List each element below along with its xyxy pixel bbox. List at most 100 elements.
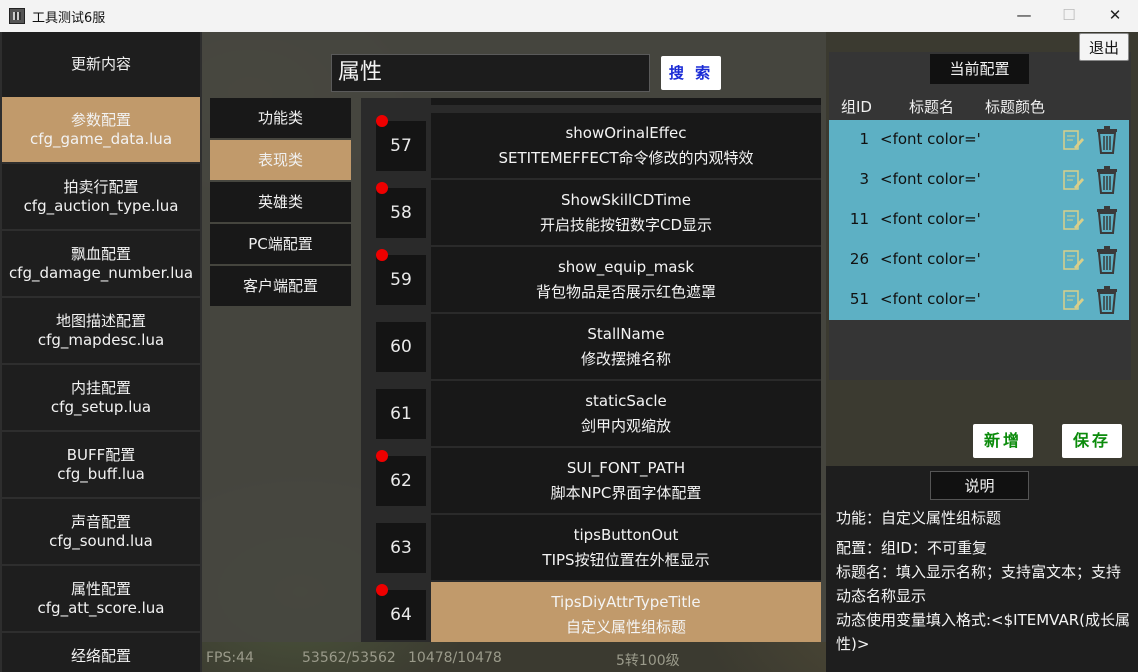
column-header-group-id: 组ID [841,98,872,116]
param-name: staticSacle [585,391,667,410]
save-button[interactable]: 保存 [1062,424,1122,458]
list-item[interactable]: 62 SUI_FONT_PATH 脚本NPC界面字体配置 [361,448,821,513]
menu-item-label: 飘血配置 [70,244,131,263]
group-id: 51 [849,290,869,308]
row-number: 60 [376,322,426,372]
edit-icon[interactable] [1062,129,1084,151]
list-item[interactable]: 61 staticSacle 剑甲内观缩放 [361,381,821,446]
maximize-button[interactable]: ☐ [1046,0,1092,32]
menu-item-label: 地图描述配置 [55,311,146,330]
list-item[interactable]: 60 StallName 修改摆摊名称 [361,314,821,379]
row-number: 59 [376,255,426,305]
marker-dot-icon [376,450,388,462]
tab-display[interactable]: 表现类 [210,140,351,180]
close-button[interactable]: ✕ [1092,0,1138,32]
window-title: 工具测试6服 [32,11,106,26]
param-name: StallName [587,324,665,343]
menu-item-label: BUFF配置 [66,445,136,464]
hp-readout: 53562/53562 [302,650,396,666]
table-row[interactable]: 26 <font color=' [829,240,1129,280]
row-body[interactable]: showOrinalEffec SETITEMEFFECT命令修改的内观特效 [431,113,821,178]
row-body[interactable]: tipsButtonOut TIPS按钮位置在外框显示 [431,515,821,580]
description-line: 标题名：填入显示名称；支持富文本；支持动态名称显示 [836,563,1122,605]
edit-icon[interactable] [1062,249,1084,271]
tab-hero[interactable]: 英雄类 [210,182,351,222]
edit-icon[interactable] [1062,169,1084,191]
exit-button[interactable]: 退出 [1079,33,1129,61]
list-item[interactable]: 59 show_equip_mask 背包物品是否展示红色遮罩 [361,247,821,312]
menu-item-att-score[interactable]: 属性配置 cfg_att_score.lua [2,566,200,631]
menu-item-file: cfg_mapdesc.lua [37,330,165,349]
menu-item-setup[interactable]: 内挂配置 cfg_setup.lua [2,365,200,430]
tab-pc[interactable]: PC端配置 [210,224,351,264]
row-body[interactable]: show_equip_mask 背包物品是否展示红色遮罩 [431,247,821,312]
description-line: 功能：自定义属性组标题 [836,509,1002,527]
trash-icon[interactable] [1094,205,1120,235]
search-input[interactable]: 属性 [331,54,650,92]
trash-icon[interactable] [1094,245,1120,275]
menu-item-buff[interactable]: BUFF配置 cfg_buff.lua [2,432,200,497]
group-id: 26 [849,250,869,268]
menu-item-sound[interactable]: 声音配置 cfg_sound.lua [2,499,200,564]
param-name: TipsDiyAttrTypeTitle [551,592,701,611]
menu-item-label: 属性配置 [70,579,131,598]
row-body[interactable]: ShowSkillCDTime 开启技能按钮数字CD显示 [431,180,821,245]
edit-icon[interactable] [1062,289,1084,311]
param-desc: SETITEMEFFECT命令修改的内观特效 [498,148,754,167]
menu-item-meridian[interactable]: 经络配置 [2,633,200,672]
config-file-list: 更新内容 参数配置 cfg_game_data.lua 拍卖行配置 cfg_au… [0,32,202,672]
list-item-selected[interactable]: 64 TipsDiyAttrTypeTitle 自定义属性组标题 [361,582,821,642]
list-item[interactable]: 58 ShowSkillCDTime 开启技能按钮数字CD显示 [361,180,821,245]
level-readout: 5转100级 [616,653,680,669]
param-desc: 背包物品是否展示红色遮罩 [535,282,716,301]
row-body[interactable]: StallName 修改摆摊名称 [431,314,821,379]
title-name: <font color=' [880,210,981,228]
minimize-button[interactable]: — [1001,0,1047,32]
table-row[interactable]: 1 <font color=' [829,120,1129,160]
menu-item-mapdesc[interactable]: 地图描述配置 cfg_mapdesc.lua [2,298,200,363]
row-body[interactable]: staticSacle 剑甲内观缩放 [431,381,821,446]
param-desc: 脚本NPC界面字体配置 [550,483,702,502]
tab-client[interactable]: 客户端配置 [210,266,351,306]
menu-item-label: 更新内容 [70,55,131,73]
param-name: SUI_FONT_PATH [566,458,686,477]
edit-icon[interactable] [1062,209,1084,231]
title-name: <font color=' [880,170,981,188]
trash-icon[interactable] [1094,165,1120,195]
menu-item-file: cfg_game_data.lua [29,129,173,148]
add-button[interactable]: 新增 [973,424,1033,458]
search-button[interactable]: 搜 索 [661,56,721,90]
list-item[interactable]: 57 showOrinalEffec SETITEMEFFECT命令修改的内观特… [361,113,821,178]
mp-readout: 10478/10478 [408,650,502,666]
menu-item-auction[interactable]: 拍卖行配置 cfg_auction_type.lua [2,164,200,229]
title-bar: 工具测试6服 — ☐ ✕ [0,0,1138,32]
menu-item-label: 参数配置 [70,110,131,129]
parameter-list[interactable]: 57 showOrinalEffec SETITEMEFFECT命令修改的内观特… [361,98,821,642]
tab-function[interactable]: 功能类 [210,98,351,138]
table-row[interactable]: 51 <font color=' [829,280,1129,320]
column-header-title-name: 标题名 [909,98,955,116]
menu-item-file: cfg_buff.lua [57,464,145,483]
current-config-title: 当前配置 [930,54,1029,84]
table-row[interactable]: 11 <font color=' [829,200,1129,240]
group-id: 3 [859,170,869,188]
title-name: <font color=' [880,290,981,308]
trash-icon[interactable] [1094,125,1120,155]
app-icon [9,8,25,24]
list-item [361,98,821,105]
row-body[interactable]: TipsDiyAttrTypeTitle 自定义属性组标题 [431,582,821,642]
menu-item-game-data[interactable]: 参数配置 cfg_game_data.lua [2,97,200,162]
menu-item-file: cfg_setup.lua [50,397,152,416]
menu-item-update[interactable]: 更新内容 [2,32,200,97]
menu-item-label: 内挂配置 [70,378,131,397]
table-row[interactable]: 3 <font color=' [829,160,1129,200]
menu-item-damage-number[interactable]: 飘血配置 cfg_damage_number.lua [2,231,200,296]
row-number: 61 [376,389,426,439]
row-body[interactable]: SUI_FONT_PATH 脚本NPC界面字体配置 [431,448,821,513]
trash-icon[interactable] [1094,285,1120,315]
menu-item-label: 声音配置 [70,512,131,531]
group-id: 1 [859,130,869,148]
param-desc: 自定义属性组标题 [565,617,686,636]
list-item[interactable]: 63 tipsButtonOut TIPS按钮位置在外框显示 [361,515,821,580]
fps-readout: FPS:44 [206,650,254,666]
